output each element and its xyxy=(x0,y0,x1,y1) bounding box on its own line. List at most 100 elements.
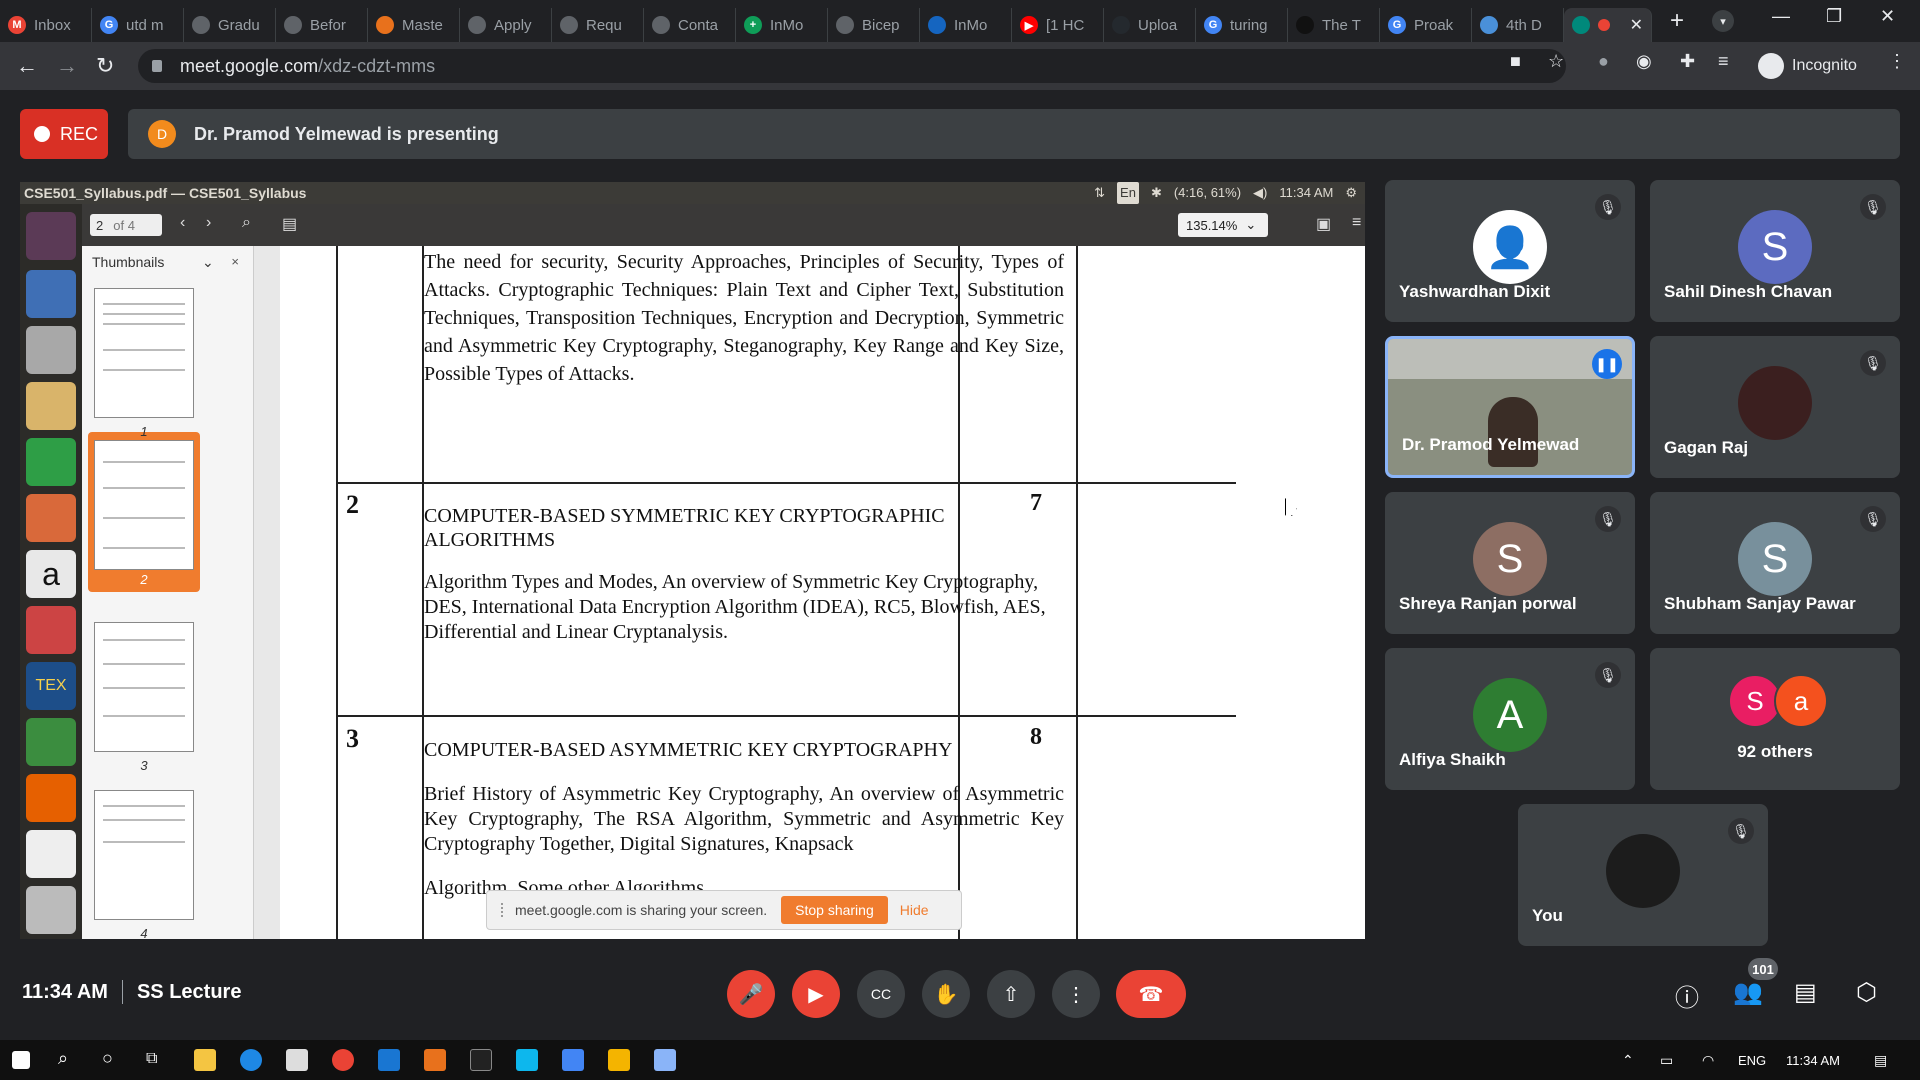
hide-button[interactable]: Hide xyxy=(900,902,929,918)
tab-search-icon[interactable]: ▾ xyxy=(1712,10,1734,32)
extension-icon[interactable]: ● xyxy=(1598,51,1609,72)
mail-icon[interactable] xyxy=(378,1049,400,1071)
browser-tab[interactable]: ▶ [1 HC xyxy=(1012,8,1104,42)
info-icon[interactable]: ⓘ xyxy=(1675,978,1699,1013)
sidebar-title: Thumbnails xyxy=(92,254,165,270)
browser-tab[interactable]: The T xyxy=(1288,8,1380,42)
hamburger-menu-icon[interactable]: ≡ xyxy=(1352,214,1361,232)
sublime-icon[interactable] xyxy=(424,1049,446,1071)
browser-tab[interactable]: Apply xyxy=(460,8,552,42)
store-icon[interactable] xyxy=(286,1049,308,1071)
zoom-select[interactable]: 135.14% ⌄ xyxy=(1178,213,1268,237)
raise-hand-button[interactable]: ✋ xyxy=(922,970,970,1018)
annotate-icon[interactable]: ▤ xyxy=(282,214,297,234)
chrome-taskbar-icon[interactable] xyxy=(332,1049,354,1071)
captions-button[interactable]: CC xyxy=(857,970,905,1018)
chat-icon[interactable]: ▤ xyxy=(1794,978,1817,1007)
app4-icon[interactable] xyxy=(654,1049,676,1071)
profile-extension-icon[interactable]: ◉ xyxy=(1636,51,1652,72)
participant-tile[interactable]: S 🎙 Sahil Dinesh Chavan xyxy=(1650,180,1900,322)
activities-icon[interactable]: ⬡ xyxy=(1856,978,1877,1007)
address-bar[interactable]: meet.google.com/xdz-cdzt-mms xyxy=(138,49,1566,83)
browser-tab[interactable]: InMo xyxy=(920,8,1012,42)
drag-handle-icon[interactable] xyxy=(501,903,505,917)
present-button[interactable]: ⇧ xyxy=(987,970,1035,1018)
close-sidebar-icon[interactable]: × xyxy=(231,254,239,269)
previous-page-icon[interactable]: ‹ xyxy=(180,214,185,232)
reload-icon[interactable]: ↻ xyxy=(96,53,114,79)
browser-tab[interactable]: Befor xyxy=(276,8,368,42)
file-explorer-icon[interactable] xyxy=(194,1049,216,1071)
participant-tile[interactable]: S 🎙 Shubham Sanjay Pawar xyxy=(1650,492,1900,634)
minimize-icon[interactable]: — xyxy=(1772,6,1790,27)
thumbnail-page-1[interactable] xyxy=(94,288,194,418)
task-view-icon[interactable]: ⧉ xyxy=(146,1050,157,1068)
tab-label: 4th D xyxy=(1506,16,1542,34)
tray-chevron-icon[interactable]: ⌃ xyxy=(1622,1052,1634,1069)
app-icon[interactable] xyxy=(516,1049,538,1071)
thumbnail-page-2[interactable] xyxy=(94,440,194,570)
muted-mic-icon: 🎙 xyxy=(1595,662,1621,688)
browser-tab[interactable]: Gutd m xyxy=(92,8,184,42)
next-page-icon[interactable]: › xyxy=(206,214,211,232)
back-icon[interactable]: ← xyxy=(16,53,38,79)
thumbnail-page-4[interactable] xyxy=(94,790,194,920)
avatar: S xyxy=(1738,522,1812,596)
active-tab[interactable]: ✕ xyxy=(1564,8,1652,42)
camera-off-button[interactable]: ▶ xyxy=(792,970,840,1018)
more-options-button[interactable]: ⋮ xyxy=(1052,970,1100,1018)
close-tab-icon[interactable]: ✕ xyxy=(1630,15,1643,35)
menu-icon[interactable]: ⋮ xyxy=(1888,51,1906,72)
browser-tab[interactable]: Maste xyxy=(368,8,460,42)
participant-tile[interactable]: A 🎙 Alfiya Shaikh xyxy=(1385,648,1635,790)
forward-icon[interactable]: → xyxy=(56,53,78,79)
incognito-badge[interactable]: Incognito xyxy=(1758,50,1857,82)
browser-tab[interactable]: Uploa xyxy=(1104,8,1196,42)
app2-icon[interactable] xyxy=(562,1049,584,1071)
new-tab-icon[interactable]: + xyxy=(1670,7,1684,35)
browser-tab[interactable]: 4th D xyxy=(1472,8,1564,42)
stop-sharing-button[interactable]: Stop sharing xyxy=(781,896,888,924)
edge-icon[interactable] xyxy=(240,1049,262,1071)
close-window-icon[interactable]: ✕ xyxy=(1880,6,1895,27)
search-icon[interactable]: ⌕ xyxy=(242,214,251,232)
participant-tile[interactable]: S 🎙 Shreya Ranjan porwal xyxy=(1385,492,1635,634)
browser-tab[interactable]: G Proak xyxy=(1380,8,1472,42)
media-icon[interactable]: ≡ xyxy=(1718,51,1729,72)
page-number-field[interactable]: 2 of 4 xyxy=(90,214,162,236)
notifications-icon[interactable]: ▤ xyxy=(1874,1052,1887,1069)
participant-tile-speaking[interactable]: ❚❚ Dr. Pramod Yelmewad xyxy=(1385,336,1635,478)
recording-badge[interactable]: REC xyxy=(20,109,108,159)
wifi-icon[interactable]: ◠ xyxy=(1702,1052,1714,1069)
thumbnail-page-3[interactable] xyxy=(94,622,194,752)
participant-tile[interactable]: 👤 🎙 Yashwardhan Dixit xyxy=(1385,180,1635,322)
mic-off-button[interactable]: 🎤 xyxy=(727,970,775,1018)
search-icon[interactable]: ⌕ xyxy=(58,1048,68,1069)
star-icon[interactable]: ☆ xyxy=(1548,51,1564,72)
restore-icon[interactable]: ❐ xyxy=(1826,6,1842,27)
battery-icon[interactable]: ▭ xyxy=(1660,1052,1673,1069)
language-indicator[interactable]: ENG xyxy=(1738,1053,1766,1068)
participant-tile[interactable]: 🎙 Gagan Raj xyxy=(1650,336,1900,478)
others-tile[interactable]: S a 92 others xyxy=(1650,648,1900,790)
app3-icon[interactable] xyxy=(608,1049,630,1071)
browser-tab[interactable]: + InMo xyxy=(736,8,828,42)
browser-tab[interactable]: Bicep xyxy=(828,8,920,42)
cortana-icon[interactable]: ○ xyxy=(102,1048,113,1069)
browser-tab[interactable]: Conta xyxy=(644,8,736,42)
chevron-down-icon[interactable]: ⌄ xyxy=(202,254,214,271)
browser-tab[interactable]: Gradu xyxy=(184,8,276,42)
camera-icon[interactable]: ■ xyxy=(1510,51,1521,72)
browser-tab[interactable]: M Inbox xyxy=(0,8,92,42)
leave-call-button[interactable]: ☎ xyxy=(1116,970,1186,1018)
browser-tab[interactable]: Requ xyxy=(552,8,644,42)
row2-title: COMPUTER-BASED SYMMETRIC KEY CRYPTOGRAPH… xyxy=(424,505,945,551)
terminal-icon[interactable] xyxy=(470,1049,492,1071)
people-icon[interactable]: 👥 xyxy=(1733,978,1763,1007)
browser-tab[interactable]: Gturing xyxy=(1196,8,1288,42)
taskbar-clock[interactable]: 11:34 AM xyxy=(1786,1053,1840,1068)
windows-start-icon[interactable] xyxy=(12,1051,30,1069)
page-icon[interactable]: ▣ xyxy=(1316,214,1331,234)
puzzle-icon[interactable]: ✚ xyxy=(1680,51,1695,72)
self-tile[interactable]: 🎙 You xyxy=(1518,804,1768,946)
